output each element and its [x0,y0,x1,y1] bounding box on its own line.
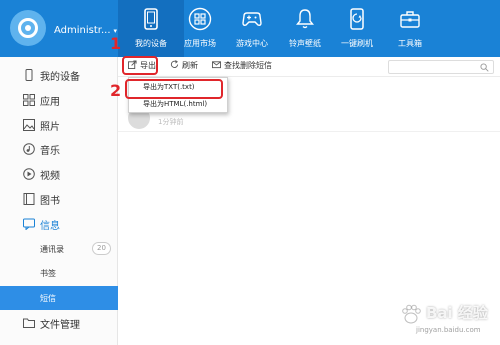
app-logo [10,10,46,46]
sidebar-item-label: 短信 [40,294,56,303]
baidu-watermark: Bai 经验 jingyan.baidu.com [396,300,496,342]
nav-toolbox[interactable]: 工具箱 [377,0,443,57]
apps-grid-icon [188,7,212,31]
phone-icon [144,8,158,30]
sidebar-item-label: 视频 [40,171,60,182]
sidebar-item-label: 书签 [40,269,56,278]
sidebar-item-video[interactable]: 视频 [0,162,118,186]
sidebar-item-label: 文件管理 [40,320,80,331]
flash-phone-icon [350,8,364,30]
apps-icon [23,94,35,106]
sidebar-item-music[interactable]: 音乐 [0,137,118,161]
search-icon [480,63,489,72]
sidebar-item-label: 照片 [40,122,60,133]
sidebar-item-photos[interactable]: 照片 [0,113,118,137]
sidebar-item-my-device[interactable]: 我的设备 [0,63,118,87]
toolbox-icon [400,11,420,28]
refresh-button[interactable]: 刷新 [170,60,198,74]
sidebar-item-messages[interactable]: 信息 [0,212,118,236]
sidebar-item-bookmarks[interactable]: 书签 [0,261,118,285]
book-icon [23,193,35,205]
count-badge: 20 [92,242,111,255]
account-menu[interactable]: Administr... ▾ [54,25,117,36]
top-bar: Administr... ▾ 我的设备 应用市场 游戏中心 铃声壁纸 一键刷机 … [0,0,500,57]
sidebar-item-label: 图书 [40,196,60,207]
watermark-url: jingyan.baidu.com [416,326,481,334]
device-icon [25,69,33,81]
sidebar-item-label: 信息 [40,221,60,232]
watermark-text: Bai 经验 [426,304,488,322]
bell-icon [296,9,314,29]
sidebar-item-label: 我的设备 [40,72,80,83]
toolbar: 导出 刷新 查找删除短信 [118,57,500,77]
list-item-subtitle: 1分钟前 [158,118,184,126]
sidebar-item-file-manager[interactable]: 文件管理 [0,311,118,335]
music-icon [23,143,35,155]
photo-icon [23,119,35,131]
account-name: Administr... [54,25,111,36]
sidebar-item-label: 通讯录 [40,245,64,254]
annotation-highlight-export [122,56,158,75]
annotation-step-1: 1 [110,34,122,53]
sidebar-item-label: 应用 [40,97,60,108]
find-deleted-label: 查找删除短信 [224,61,272,70]
find-deleted-sms-button[interactable]: 查找删除短信 [212,60,272,74]
folder-icon [23,318,35,328]
sidebar-item-books[interactable]: 图书 [0,187,118,211]
refresh-icon [170,60,179,68]
app-window: Administr... ▾ 我的设备 应用市场 游戏中心 铃声壁纸 一键刷机 … [0,0,500,345]
message-icon [23,218,35,230]
sidebar-item-apps[interactable]: 应用 [0,88,118,112]
refresh-label: 刷新 [182,61,198,70]
annotation-step-2: 2 [110,81,122,100]
search-input[interactable] [388,60,494,74]
sidebar-item-contacts[interactable]: 通讯录 20 [0,237,118,261]
nav-label: 工具箱 [398,39,422,48]
paw-icon [402,304,421,324]
sidebar-item-label: 音乐 [40,146,60,157]
video-icon [23,168,35,180]
gamepad-icon [242,12,262,26]
sidebar: 我的设备 应用 照片 音乐 视频 图书 信息 通讯录 20 书签 短信 文件管理 [0,57,118,345]
mail-icon [212,61,221,69]
sidebar-item-sms[interactable]: 短信 [0,286,118,310]
annotation-highlight-txt [125,79,223,99]
